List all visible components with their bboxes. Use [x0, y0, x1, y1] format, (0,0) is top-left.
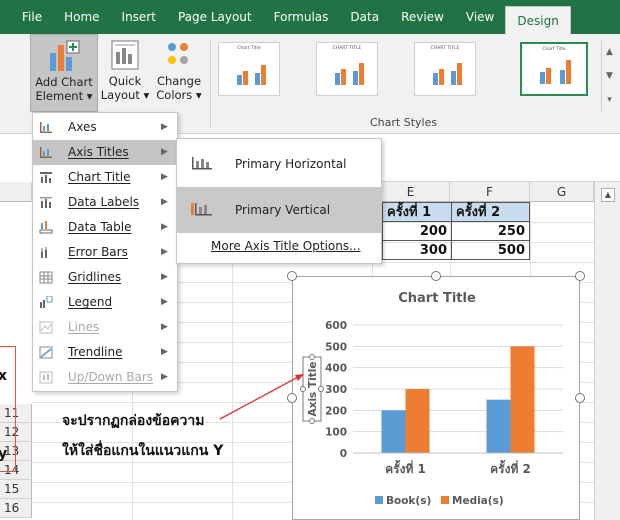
- annotation-arrow: [219, 374, 304, 420]
